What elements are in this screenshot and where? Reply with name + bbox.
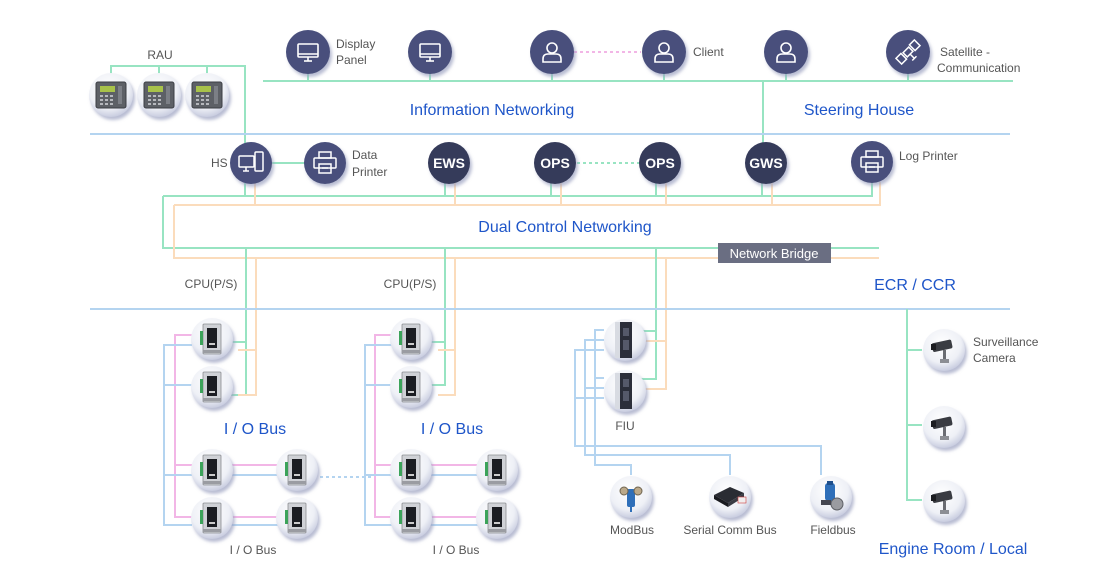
io-module-icon: [484, 502, 507, 534]
satellite-label-line1: Satellite -: [940, 45, 990, 59]
modbus-label: ModBus: [610, 523, 654, 537]
ops-node-1[interactable]: OPS: [534, 142, 576, 184]
rau-3[interactable]: [185, 73, 229, 117]
io-module-7[interactable]: [390, 497, 432, 539]
cpu-module-1a[interactable]: [191, 318, 233, 360]
hs-node[interactable]: [230, 142, 272, 184]
ews-node[interactable]: EWS: [428, 142, 470, 184]
section-io-bus-1: I / O Bus: [224, 421, 286, 438]
surveillance-camera-1[interactable]: [923, 329, 965, 371]
fieldbus-label: Fieldbus: [810, 523, 855, 537]
io-module-icon: [398, 454, 421, 486]
fieldbus-interface-unit-icon: [615, 322, 632, 358]
remote-access-unit-icon: [143, 81, 175, 109]
fieldbus-interface-unit-icon: [615, 373, 632, 409]
io-module-icon: [199, 502, 222, 534]
rau-link: [110, 65, 246, 150]
rau-label: RAU: [147, 48, 172, 62]
cpu-label-2: CPU(P/S): [384, 277, 437, 291]
io-module-2[interactable]: [276, 449, 318, 491]
io-module-1[interactable]: [191, 449, 233, 491]
surveillance-camera-2[interactable]: [923, 406, 965, 448]
section-ecr-ccr: ECR / CCR: [874, 277, 956, 294]
surveillance-camera-label-line1: Surveillance: [973, 335, 1039, 349]
client-label: Client: [693, 45, 724, 59]
surveillance-camera-3[interactable]: [923, 480, 965, 522]
section-information-networking: Information Networking: [410, 102, 575, 119]
section-engine-room-local: Engine Room / Local: [879, 541, 1028, 558]
ops-label-2: OPS: [645, 155, 675, 171]
hs-label: HS: [211, 156, 228, 170]
display-panel-label-line1: Display: [336, 37, 375, 51]
rau-1[interactable]: [89, 73, 133, 117]
io-bus-small-label-1: I / O Bus: [230, 543, 277, 557]
io-module-8[interactable]: [476, 497, 518, 539]
io-module-3[interactable]: [191, 497, 233, 539]
section-io-bus-2: I / O Bus: [421, 421, 483, 438]
io-module-icon: [398, 323, 421, 355]
client-node-2[interactable]: [642, 30, 686, 74]
cpu-module-2b[interactable]: [390, 366, 432, 408]
ops-label-1: OPS: [540, 155, 570, 171]
ews-label: EWS: [433, 155, 465, 171]
network-bridge: Network Bridge: [718, 243, 831, 263]
cpu-label-1: CPU(P/S): [185, 277, 238, 291]
io-module-4[interactable]: [276, 497, 318, 539]
io-module-icon: [199, 323, 222, 355]
rau-2[interactable]: [137, 73, 181, 117]
display-panel-label-line2: Panel: [336, 53, 367, 67]
remote-access-unit-icon: [95, 81, 127, 109]
gws-label: GWS: [749, 155, 782, 171]
satellite-label-line2: Communication: [937, 61, 1020, 75]
network-bridge-label: Network Bridge: [730, 246, 819, 261]
serial-comm-bus-label: Serial Comm Bus: [683, 523, 776, 537]
network-architecture-diagram: Information Networking Steering House Du…: [89, 30, 1039, 558]
section-dual-control-networking: Dual Control Networking: [478, 219, 651, 236]
io-module-icon: [484, 454, 507, 486]
camera-link: [906, 309, 922, 501]
client-node-1[interactable]: [530, 30, 574, 74]
fiu-module-1[interactable]: [604, 319, 646, 361]
modbus-device[interactable]: [610, 476, 652, 518]
io-module-5[interactable]: [390, 449, 432, 491]
cpu-module-2a[interactable]: [390, 318, 432, 360]
remote-access-unit-icon: [191, 81, 223, 109]
ops-node-2[interactable]: OPS: [639, 142, 681, 184]
satellite-node[interactable]: [886, 30, 930, 74]
io-module-6[interactable]: [476, 449, 518, 491]
io-module-icon: [284, 502, 307, 534]
io-module-icon: [398, 502, 421, 534]
io-module-icon: [398, 371, 421, 403]
gws-node[interactable]: GWS: [745, 142, 787, 184]
surveillance-camera-label-line2: Camera: [973, 351, 1016, 365]
fiu-module-2[interactable]: [604, 370, 646, 412]
io-module-icon: [199, 454, 222, 486]
display-panel-node-2[interactable]: [408, 30, 452, 74]
io-module-icon: [199, 371, 222, 403]
fiu-label: FIU: [615, 419, 634, 433]
log-printer-label: Log Printer: [899, 149, 958, 163]
data-printer-label-line1: Data: [352, 148, 378, 162]
section-steering-house: Steering House: [804, 102, 914, 119]
display-panel-node[interactable]: [286, 30, 330, 74]
log-printer-node[interactable]: [851, 141, 893, 183]
serial-comm-device[interactable]: [709, 476, 751, 518]
fieldbus-device[interactable]: [810, 476, 852, 518]
cpu-module-1b[interactable]: [191, 366, 233, 408]
io-bus-small-label-2: I / O Bus: [433, 543, 480, 557]
steering-client-node[interactable]: [764, 30, 808, 74]
data-printer-node[interactable]: [304, 142, 346, 184]
io-module-icon: [284, 454, 307, 486]
data-printer-label-line2: Printer: [352, 165, 387, 179]
